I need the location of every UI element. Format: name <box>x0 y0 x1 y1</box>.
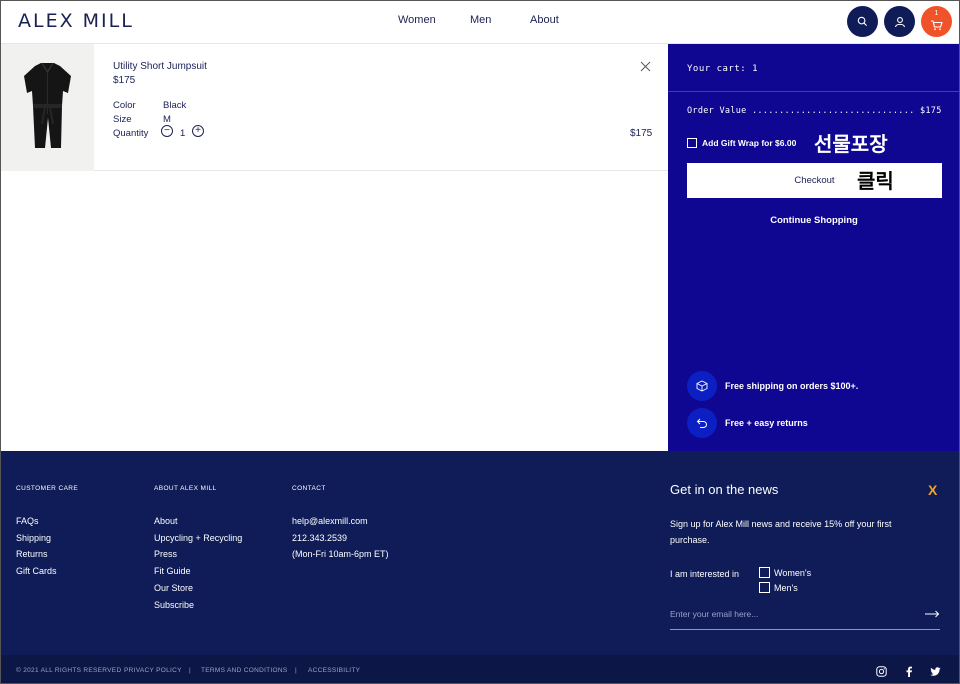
footer-link-subscribe[interactable]: Subscribe <box>154 600 194 610</box>
gift-wrap-label[interactable]: Add Gift Wrap for $6.00 <box>702 138 796 148</box>
product-image[interactable] <box>1 44 94 171</box>
footer-link-faqs[interactable]: FAQs <box>16 516 39 526</box>
footer-link-shipping[interactable]: Shipping <box>16 533 51 543</box>
arrow-right-icon <box>925 610 940 618</box>
nav-about[interactable]: About <box>530 14 559 26</box>
user-icon <box>894 16 905 27</box>
newsletter-submit-button[interactable] <box>925 607 940 621</box>
minus-icon: − <box>164 125 170 136</box>
continue-shopping-link[interactable]: Continue Shopping <box>668 215 960 226</box>
cart-button[interactable]: 1 <box>921 6 952 37</box>
returns-perk-text: Free + easy returns <box>725 418 808 428</box>
footer-link-upcycling[interactable]: Upcycling + Recycling <box>154 533 242 543</box>
shipping-perk-badge <box>687 371 717 401</box>
footer-link-gift-cards[interactable]: Gift Cards <box>16 566 57 576</box>
order-value: Order Value ............................… <box>687 106 942 116</box>
decrease-quantity-button[interactable]: − <box>161 125 173 137</box>
instagram-link[interactable] <box>876 664 888 677</box>
color-label: Color <box>113 100 136 111</box>
footer-link-fit-guide[interactable]: Fit Guide <box>154 566 191 576</box>
gift-wrap-checkbox[interactable] <box>687 138 697 148</box>
return-arrow-icon <box>696 418 707 428</box>
interest-label: I am interested in <box>670 569 740 579</box>
legal-bar: © 2021 ALL RIGHTS RESERVED PRIVACY POLIC… <box>0 655 960 684</box>
newsletter-description: Sign up for Alex Mill news and receive 1… <box>670 519 892 545</box>
product-name[interactable]: Utility Short Jumpsuit <box>113 61 207 72</box>
nav-women[interactable]: Women <box>398 14 436 26</box>
interest-women-checkbox[interactable] <box>759 567 770 578</box>
interest-men-label[interactable]: Men's <box>774 583 798 593</box>
footer-link-about[interactable]: About <box>154 516 178 526</box>
returns-perk-badge <box>687 408 717 438</box>
box-icon <box>696 380 708 392</box>
color-value: Black <box>163 100 187 111</box>
newsletter-title: Get in on the news <box>670 482 779 497</box>
privacy-policy-link[interactable]: PRIVACY POLICY <box>124 667 182 674</box>
cart-icon <box>931 19 943 30</box>
checkout-button[interactable]: Checkout <box>687 163 942 198</box>
increase-quantity-button[interactable]: + <box>192 125 204 137</box>
facebook-link[interactable] <box>905 664 917 677</box>
quantity-label: Quantity <box>113 128 149 139</box>
annotation-gift-wrap: 선물포장 <box>814 132 888 156</box>
product-price: $175 <box>113 75 136 86</box>
footer-link-press[interactable]: Press <box>154 549 177 559</box>
site-header: ALEX MILL Women Men About 1 <box>0 0 960 44</box>
shipping-perk-text: Free shipping on orders $100+. <box>725 381 859 391</box>
instagram-icon <box>876 666 887 677</box>
size-value: M <box>163 114 171 125</box>
contact-email-link[interactable]: help@alexmill.com <box>292 516 368 526</box>
newsletter-email-input[interactable] <box>670 609 910 619</box>
contact-hours: (Mon-Fri 10am-6pm ET) <box>292 549 389 559</box>
remove-item-button[interactable] <box>640 59 651 75</box>
jumpsuit-image <box>24 62 71 148</box>
panel-divider <box>668 91 960 92</box>
cart-title: Your cart: 1 <box>687 64 759 74</box>
customer-care-heading: CUSTOMER CARE <box>16 485 79 492</box>
footer-link-our-store[interactable]: Our Store <box>154 583 193 593</box>
facebook-icon <box>906 666 912 677</box>
interest-women-label[interactable]: Women's <box>774 568 811 578</box>
contact-phone-link[interactable]: 212.343.2539 <box>292 533 347 543</box>
brand-logo[interactable]: ALEX MILL <box>18 10 134 32</box>
cart-summary-panel: Your cart: 1 Order Value ...............… <box>668 44 960 451</box>
plus-icon: + <box>195 125 201 136</box>
interest-men-checkbox[interactable] <box>759 582 770 593</box>
twitter-link[interactable] <box>930 664 942 676</box>
legal-separator: | <box>295 667 297 674</box>
search-button[interactable] <box>847 6 878 37</box>
about-heading: ABOUT ALEX MILL <box>154 485 217 492</box>
cart-item-row: Utility Short Jumpsuit $175 Color Black … <box>0 44 668 171</box>
terms-link[interactable]: TERMS AND CONDITIONS <box>201 667 288 674</box>
search-icon <box>857 16 868 27</box>
cart-count-badge: 1 <box>934 10 939 17</box>
contact-heading: CONTACT <box>292 485 326 492</box>
size-label: Size <box>113 114 132 125</box>
site-footer: CUSTOMER CARE FAQs Shipping Returns Gift… <box>0 451 960 655</box>
account-button[interactable] <box>884 6 915 37</box>
twitter-icon <box>930 667 941 676</box>
close-icon <box>640 61 651 72</box>
nav-men[interactable]: Men <box>470 14 491 26</box>
footer-link-returns[interactable]: Returns <box>16 549 48 559</box>
copyright-text: © 2021 ALL RIGHTS RESERVED <box>16 667 122 674</box>
line-total: $175 <box>630 128 653 139</box>
quantity-value: 1 <box>180 128 186 139</box>
annotation-click: 클릭 <box>857 169 894 193</box>
brand-mark-icon: X <box>928 482 938 498</box>
accessibility-link[interactable]: ACCESSIBILITY <box>308 667 360 674</box>
checkout-label: Checkout <box>794 175 835 186</box>
legal-separator: | <box>189 667 191 674</box>
email-underline <box>670 629 940 630</box>
